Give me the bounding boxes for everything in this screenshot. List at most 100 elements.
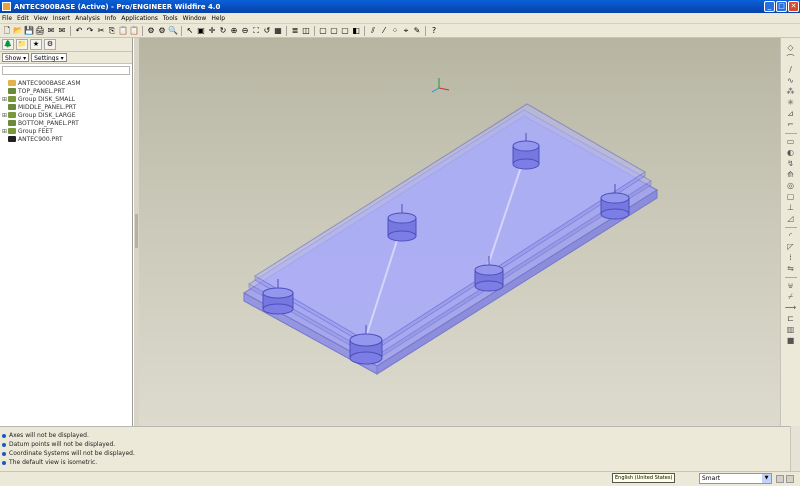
tree-item[interactable]: TOP_PANEL.PRT xyxy=(2,87,130,95)
rib-icon[interactable]: ⊥ xyxy=(785,203,797,213)
chevron-down-icon[interactable]: ▼ xyxy=(762,474,771,483)
edge-icon[interactable]: ⌒ xyxy=(785,54,797,64)
model-tree-tab[interactable]: 🌲 xyxy=(2,39,14,50)
regenerate-icon[interactable]: ⚙ xyxy=(146,26,156,36)
close-button[interactable]: ✕ xyxy=(788,1,799,12)
reorient-icon[interactable]: ↺ xyxy=(262,26,272,36)
model-view[interactable] xyxy=(139,38,780,426)
open-icon[interactable]: 📂 xyxy=(13,26,23,36)
whats-this-icon[interactable]: ? xyxy=(429,26,439,36)
repaint-icon[interactable]: ▣ xyxy=(196,26,206,36)
menu-applications[interactable]: Applications xyxy=(121,15,158,22)
blend-icon[interactable]: ⟰ xyxy=(785,170,797,180)
tree-filter-field[interactable] xyxy=(2,66,130,75)
tree-item[interactable]: ⊞ Group FEET xyxy=(2,127,130,135)
email-icon[interactable]: ✉ xyxy=(46,26,56,36)
menu-edit[interactable]: Edit xyxy=(17,15,29,22)
splitter-grip[interactable] xyxy=(135,214,138,248)
toolbar-separator xyxy=(70,25,71,36)
redo-icon[interactable]: ↷ xyxy=(85,26,95,36)
refit-icon[interactable]: ⛶ xyxy=(251,26,261,36)
datum-axes-icon[interactable]: ⁄ xyxy=(379,26,389,36)
component-icon xyxy=(8,104,16,110)
extend-icon[interactable]: ⟶ xyxy=(785,303,797,313)
menu-help[interactable]: Help xyxy=(211,15,225,22)
offset-icon[interactable]: ⊏ xyxy=(785,314,797,324)
annotations-icon[interactable]: ✎ xyxy=(412,26,422,36)
chamfer-icon[interactable]: ◸ xyxy=(785,242,797,252)
title-bar: ANTEC900BASE (Active) - Pro/ENGINEER Wil… xyxy=(0,0,800,13)
extrude-icon[interactable]: ▭ xyxy=(785,137,797,147)
find-icon[interactable]: 🔍 xyxy=(168,26,178,36)
message-scrollbar[interactable] xyxy=(790,426,800,471)
orient-icon[interactable]: ↻ xyxy=(218,26,228,36)
copy-icon[interactable]: ⎘ xyxy=(107,26,117,36)
no-hidden-icon[interactable]: ▢ xyxy=(340,26,350,36)
menu-window[interactable]: Window xyxy=(183,15,207,22)
save-icon[interactable]: 💾 xyxy=(24,26,34,36)
draft-icon[interactable]: ◿ xyxy=(785,214,797,224)
coord-icon[interactable]: ✳ xyxy=(785,98,797,108)
datum-points-icon[interactable]: ⁘ xyxy=(390,26,400,36)
wireframe-icon[interactable]: ▢ xyxy=(318,26,328,36)
coord-sys-icon[interactable]: ⌖ xyxy=(401,26,411,36)
sweep-icon[interactable]: ↯ xyxy=(785,159,797,169)
datum-point-icon[interactable]: ⁂ xyxy=(785,87,797,97)
hole-icon[interactable]: ◎ xyxy=(785,181,797,191)
paste-icon[interactable]: 📋 xyxy=(118,26,128,36)
menu-analysis[interactable]: Analysis xyxy=(75,15,100,22)
tree-item[interactable]: BOTTOM_PANEL.PRT xyxy=(2,119,130,127)
analysis-icon[interactable]: ⊿ xyxy=(785,109,797,119)
connections-tab[interactable]: ⚙ xyxy=(44,39,56,50)
maximize-button[interactable]: □ xyxy=(776,1,787,12)
minimize-button[interactable]: _ xyxy=(764,1,775,12)
tree-item[interactable]: ⊞ Group DISK_LARGE xyxy=(2,111,130,119)
new-icon[interactable]: 🗋 xyxy=(2,26,12,36)
tree-item[interactable]: MIDDLE_PANEL.PRT xyxy=(2,103,130,111)
zoom-out-icon[interactable]: ⊖ xyxy=(240,26,250,36)
email-link-icon[interactable]: ✉ xyxy=(57,26,67,36)
paste-special-icon[interactable]: 📋 xyxy=(129,26,139,36)
thicken-icon[interactable]: ▥ xyxy=(785,325,797,335)
sketch-icon[interactable]: ◇ xyxy=(785,43,797,53)
menu-file[interactable]: File xyxy=(2,15,12,22)
pattern-icon[interactable]: ⁞ xyxy=(785,253,797,263)
shell-icon[interactable]: ▢ xyxy=(785,192,797,202)
csys-icon[interactable]: ⌐ xyxy=(785,120,797,130)
datum-curve-icon[interactable]: ∿ xyxy=(785,76,797,86)
trim-icon[interactable]: ⌿ xyxy=(785,292,797,302)
cut-icon[interactable]: ✂ xyxy=(96,26,106,36)
tree-item[interactable]: ANTEC900.PRT xyxy=(2,135,130,143)
shading-icon[interactable]: ◧ xyxy=(351,26,361,36)
regen-manager-icon[interactable]: ⚙ xyxy=(157,26,167,36)
undo-icon[interactable]: ↶ xyxy=(74,26,84,36)
round-icon[interactable]: ◜ xyxy=(785,231,797,241)
zoom-in-icon[interactable]: ⊕ xyxy=(229,26,239,36)
settings-dropdown[interactable]: Settings ▾ xyxy=(31,53,67,62)
tree-item[interactable]: ⊞ Group DISK_SMALL xyxy=(2,95,130,103)
hidden-line-icon[interactable]: ▢ xyxy=(329,26,339,36)
graphics-window[interactable] xyxy=(139,38,780,426)
spin-center-icon[interactable]: ✛ xyxy=(207,26,217,36)
solidify-icon[interactable]: ■ xyxy=(785,336,797,346)
menu-insert[interactable]: Insert xyxy=(53,15,70,22)
folder-browser-tab[interactable]: 📁 xyxy=(16,39,28,50)
saved-views-icon[interactable]: ▦ xyxy=(273,26,283,36)
selection-filter-select[interactable]: Smart ▼ xyxy=(699,473,772,484)
menu-tools[interactable]: Tools xyxy=(163,15,178,22)
curve-icon[interactable]: ∕ xyxy=(785,65,797,75)
revolve-icon[interactable]: ◐ xyxy=(785,148,797,158)
datum-planes-icon[interactable]: ⫽ xyxy=(368,26,378,36)
layers-icon[interactable]: ≣ xyxy=(290,26,300,36)
menu-view[interactable]: View xyxy=(34,15,48,22)
view-manager-icon[interactable]: ◫ xyxy=(301,26,311,36)
select-icon[interactable]: ↖ xyxy=(185,26,195,36)
show-dropdown[interactable]: Show ▾ xyxy=(2,53,30,62)
merge-icon[interactable]: ⊎ xyxy=(785,281,797,291)
mirror-icon[interactable]: ⇋ xyxy=(785,264,797,274)
main-toolbar: 🗋 📂 💾 🖨 ✉ ✉ ↶ ↷ ✂ ⎘ 📋 📋 ⚙ ⚙ 🔍 ↖ ▣ ✛ ↻ ⊕ ⊖ ⛶ ↺ ▦ ≣ ◫ ▢ ▢ ▢ ◧ ⫽ ⁄ ⁘ ⌖ ✎? xyxy=(0,24,800,38)
print-icon[interactable]: 🖨 xyxy=(35,26,45,36)
tree-item[interactable]: ANTEC900BASE.ASM xyxy=(2,79,130,87)
favorites-tab[interactable]: ★ xyxy=(30,39,42,50)
menu-info[interactable]: Info xyxy=(105,15,116,22)
